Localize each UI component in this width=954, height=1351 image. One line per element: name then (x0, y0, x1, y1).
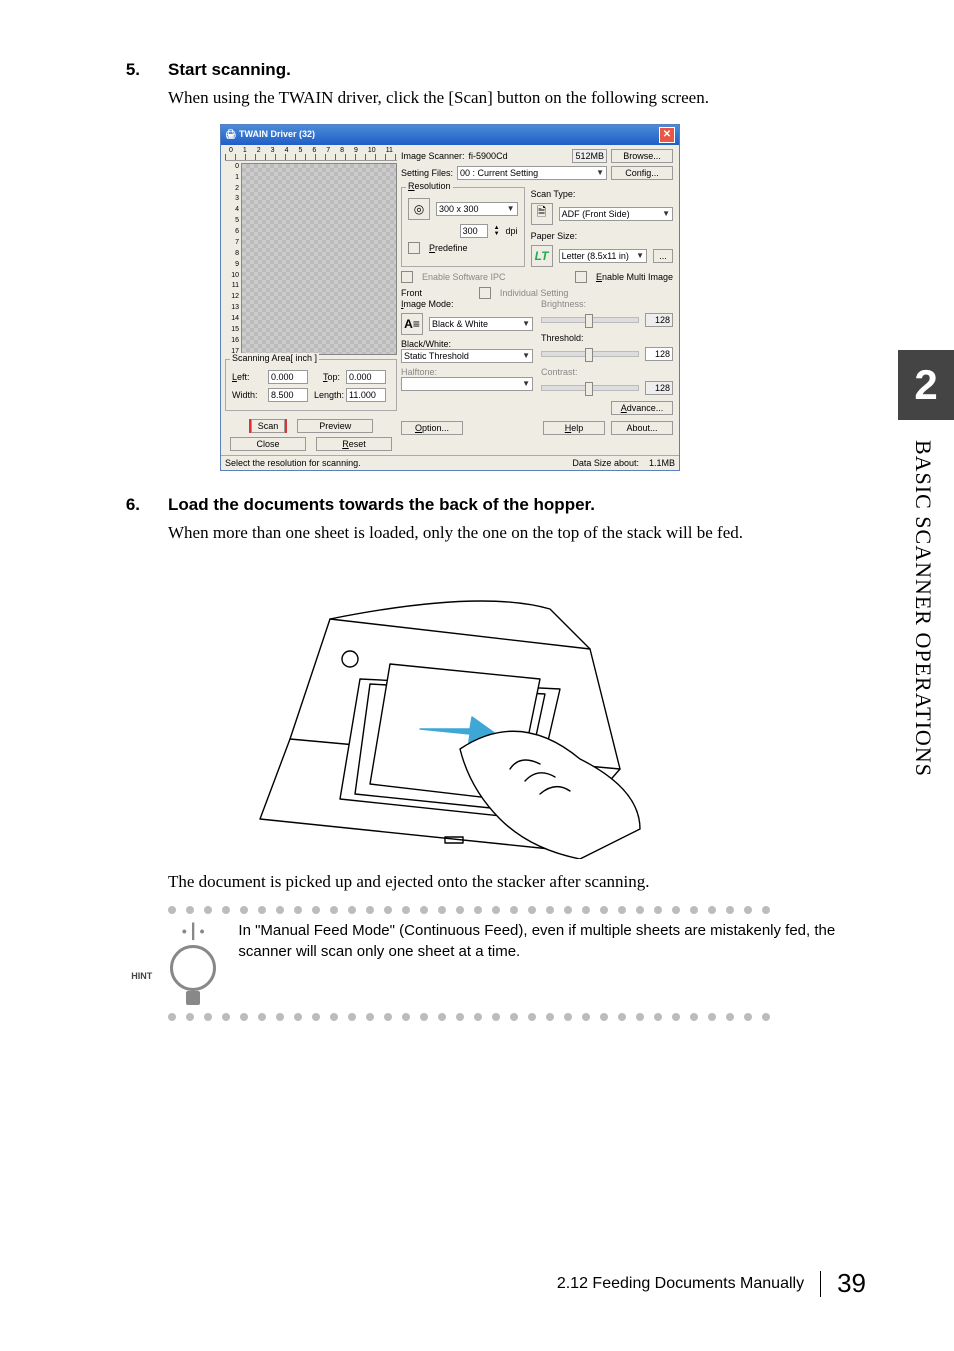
brightness-label: Brightness: (541, 299, 673, 309)
close-icon[interactable]: ✕ (659, 127, 675, 143)
step-6-after: The document is picked up and ejected on… (168, 872, 874, 892)
chevron-down-icon: ▼ (519, 319, 530, 328)
config-button[interactable]: Config... (611, 166, 673, 180)
preview-area[interactable] (241, 163, 397, 355)
enable-sw-ipc-label: Enable Software IPC (422, 272, 506, 282)
chevron-down-icon: ▼ (633, 251, 644, 260)
paper-size-aux-button[interactable]: ... (653, 249, 673, 263)
scan-type-label: Scan Type: (531, 189, 576, 199)
image-scanner-value: fi-5900Cd (469, 151, 508, 161)
step-6-title: Load the documents towards the back of t… (168, 495, 595, 515)
memory-value: 512MB (572, 149, 607, 163)
left-label: Left: (232, 372, 262, 382)
dpi-label: dpi (506, 226, 518, 236)
predefine-checkbox[interactable] (408, 242, 420, 254)
chapter-tab: 2 (898, 350, 954, 420)
scan-button-highlight: Scan (249, 419, 288, 433)
status-size: Data Size about: 1.1MB (572, 458, 675, 468)
brightness-slider (541, 317, 639, 323)
step-5-body: When using the TWAIN driver, click the [… (168, 86, 874, 110)
individual-label: Individual Setting (500, 288, 569, 298)
footer-section: 2.12 Feeding Documents Manually (557, 1275, 804, 1293)
preview-button[interactable]: Preview (297, 419, 373, 433)
about-button[interactable]: About... (611, 421, 673, 435)
step-5-title: Start scanning. (168, 60, 291, 80)
bw-select[interactable]: Static Threshold▼ (401, 349, 533, 363)
side-running-head: BASIC SCANNER OPERATIONS (910, 440, 936, 777)
chevron-down-icon: ▼ (659, 209, 670, 218)
chevron-down-icon: ▼ (519, 379, 530, 388)
twain-dialog: 🖨 TWAIN Driver (32) ✕ 01234567891011 012… (220, 124, 874, 471)
load-document-illustration (220, 559, 650, 859)
bw-label: Black/White: (401, 339, 533, 349)
chevron-down-icon: ▼ (519, 351, 530, 360)
predefine-label: Predefine (429, 243, 468, 253)
step-6-body: When more than one sheet is loaded, only… (168, 521, 874, 545)
length-input[interactable]: 11.000 (346, 388, 386, 402)
setting-files-select[interactable]: 00 : Current Setting▼ (457, 166, 607, 180)
left-input[interactable]: 0.000 (268, 370, 308, 384)
spinner-down-icon[interactable]: ▼ (494, 231, 500, 237)
contrast-slider (541, 385, 639, 391)
halftone-label: Halftone: (401, 367, 533, 377)
halftone-select: ▼ (401, 377, 533, 391)
length-label: Length: (314, 390, 340, 400)
footer-page-number: 39 (837, 1268, 866, 1299)
vertical-ruler: 01234567891011121314151617 (225, 163, 241, 355)
horizontal-ruler: 01234567891011 (225, 147, 397, 154)
option-button[interactable]: Option... (401, 421, 463, 435)
hint-text: In "Manual Feed Mode" (Continuous Feed),… (238, 920, 874, 964)
paper-size-icon: LT (531, 245, 553, 267)
step-6-number: 6. (120, 495, 140, 515)
paper-size-label: Paper Size: (531, 231, 578, 241)
paper-size-select[interactable]: Letter (8.5x11 in)▼ (559, 249, 647, 263)
hint-separator-bottom (168, 1013, 874, 1021)
image-mode-select[interactable]: Black & White▼ (429, 317, 533, 331)
scanning-area-label: Scanning Area[ inch ] (230, 353, 319, 363)
enable-multi-checkbox[interactable] (575, 271, 587, 283)
enable-sw-ipc-checkbox (401, 271, 413, 283)
resolution-label: Resolution (406, 181, 453, 191)
chevron-down-icon: ▼ (504, 204, 515, 213)
scan-type-select[interactable]: ADF (Front Side)▼ (559, 207, 673, 221)
hint-separator-top (168, 906, 874, 914)
dpi-input[interactable]: 300 (460, 224, 488, 238)
image-scanner-label: Image Scanner: (401, 151, 465, 161)
threshold-label: Threshold: (541, 333, 673, 343)
advance-button[interactable]: Advance... (611, 401, 673, 415)
reset-button[interactable]: Reset (316, 437, 392, 451)
twain-title-text: 🖨 TWAIN Driver (32) (225, 129, 315, 140)
resolution-select[interactable]: 300 x 300▼ (436, 202, 518, 216)
brightness-value: 128 (645, 313, 673, 327)
footer-divider (820, 1271, 821, 1297)
width-input[interactable]: 8.500 (268, 388, 308, 402)
top-input[interactable]: 0.000 (346, 370, 386, 384)
scan-type-icon: 🗎 (531, 203, 553, 225)
front-label: Front (401, 288, 422, 298)
threshold-slider[interactable] (541, 351, 639, 357)
setting-files-label: Setting Files: (401, 168, 453, 178)
chevron-down-icon: ▼ (593, 168, 604, 177)
image-mode-label: Image Mode: (401, 299, 533, 309)
enable-multi-label: Enable Multi Image (596, 272, 673, 282)
resolution-icon: ◎ (408, 198, 430, 220)
threshold-value[interactable]: 128 (645, 347, 673, 361)
image-mode-icon: A≡ (401, 313, 423, 335)
contrast-value: 128 (645, 381, 673, 395)
width-label: Width: (232, 390, 262, 400)
hint-icon: • | • HINT (168, 920, 218, 1005)
help-button[interactable]: Help (543, 421, 605, 435)
twain-icon: 🖨 (225, 129, 236, 139)
status-text: Select the resolution for scanning. (225, 458, 361, 468)
contrast-label: Contrast: (541, 367, 673, 377)
individual-checkbox (479, 287, 491, 299)
top-label: Top: (314, 372, 340, 382)
step-5-number: 5. (120, 60, 140, 80)
scan-button[interactable]: Scan (251, 419, 286, 433)
close-button[interactable]: Close (230, 437, 306, 451)
browse-button[interactable]: Browse... (611, 149, 673, 163)
